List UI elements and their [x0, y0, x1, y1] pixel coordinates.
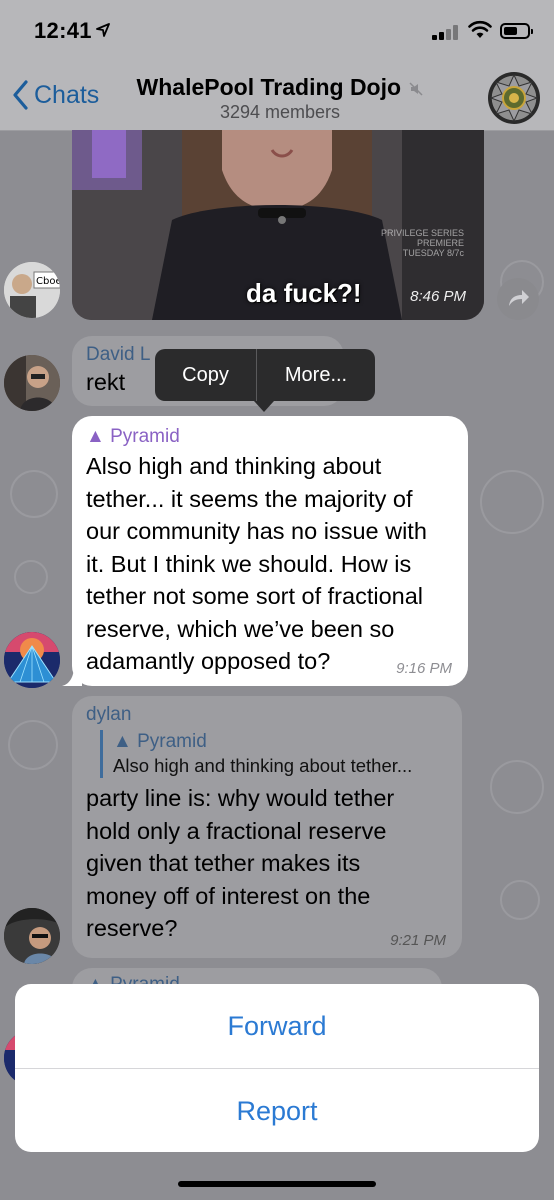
- context-menu: Copy More...: [155, 349, 375, 412]
- status-bar: 12:41: [0, 0, 554, 66]
- avatar[interactable]: Cboe: [4, 262, 60, 318]
- user-avatar-photo: [4, 908, 60, 964]
- reply-preview[interactable]: ▲ Pyramid Also high and thinking about t…: [100, 730, 448, 778]
- user-avatar-photo: Cboe: [4, 262, 60, 318]
- back-label: Chats: [34, 80, 100, 109]
- avatar[interactable]: [4, 355, 60, 411]
- message-time: 9:21 PM: [390, 932, 446, 949]
- message-text: party line is: why would tether hold onl…: [86, 785, 395, 941]
- avatar[interactable]: [4, 632, 60, 688]
- cellular-signal-icon: [432, 24, 462, 40]
- photo-caption: da fuck?!: [246, 278, 362, 308]
- message-bubble[interactable]: dylan ▲ Pyramid Also high and thinking a…: [72, 696, 462, 958]
- more-menu-item[interactable]: More...: [257, 349, 375, 401]
- navigation-bar: Chats WhalePool Trading Dojo 3294 member…: [0, 66, 554, 131]
- home-indicator[interactable]: [178, 1181, 376, 1187]
- mute-icon: [409, 82, 423, 96]
- user-avatar-photo: [4, 355, 60, 411]
- chat-title: WhalePool Trading Dojo: [136, 74, 402, 100]
- status-time: 12:41: [34, 18, 92, 43]
- message-text: Also high and thinking about tether... i…: [86, 453, 427, 674]
- location-arrow-icon: [96, 23, 110, 37]
- chat-header[interactable]: WhalePool Trading Dojo 3294 members: [130, 74, 430, 123]
- message-time: 8:46 PM: [410, 288, 466, 305]
- avatar-logo-text: Cboe: [36, 276, 60, 287]
- copy-menu-item[interactable]: Copy: [155, 349, 257, 401]
- action-sheet: Forward Report: [15, 984, 539, 1152]
- report-button[interactable]: Report: [15, 1069, 539, 1152]
- photo-message[interactable]: PRIVILEGE SERIES PREMIERE TUESDAY 8/7c d…: [72, 130, 484, 320]
- wifi-icon: [468, 20, 492, 38]
- forward-button[interactable]: Forward: [15, 984, 539, 1069]
- sender-name: ▲ Pyramid: [86, 426, 180, 447]
- avatar[interactable]: [4, 908, 60, 964]
- message-bubble-selected[interactable]: ▲ Pyramid Also high and thinking about t…: [72, 416, 468, 686]
- member-count: 3294 members: [219, 102, 341, 122]
- photo-watermark: PRIVILEGE SERIES PREMIERE TUESDAY 8/7c: [380, 228, 464, 258]
- chevron-left-icon: [13, 80, 28, 110]
- reply-sender: ▲ Pyramid: [113, 731, 207, 752]
- battery-icon: [500, 23, 533, 39]
- user-avatar-pyramid: [4, 632, 60, 688]
- back-button[interactable]: Chats: [12, 80, 99, 110]
- group-emblem-icon: [489, 73, 539, 123]
- share-arrow-icon: [509, 290, 529, 306]
- message-time: 9:16 PM: [396, 660, 452, 677]
- group-avatar[interactable]: [488, 72, 540, 124]
- share-button[interactable]: [497, 278, 539, 320]
- reply-text: Also high and thinking about tether...: [113, 755, 413, 776]
- sender-name: dylan: [86, 704, 132, 725]
